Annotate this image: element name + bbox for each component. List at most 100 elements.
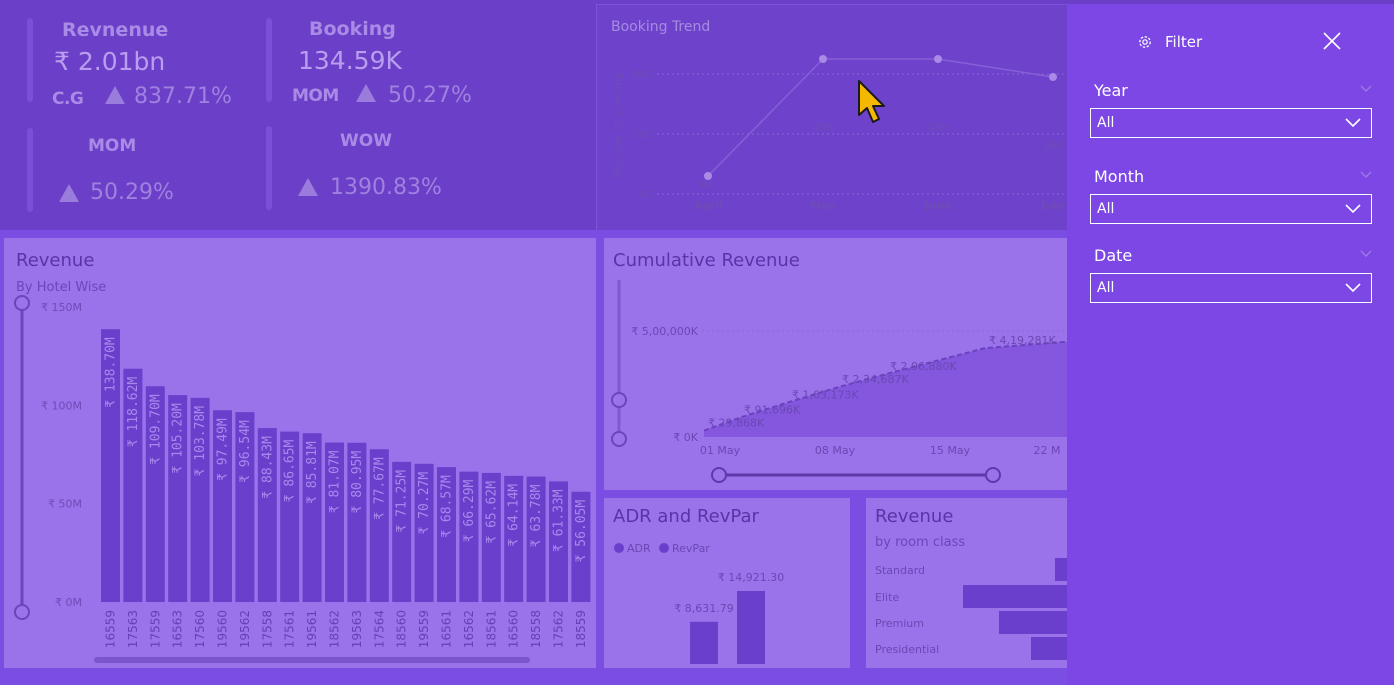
- kpi-sub-label: C.G: [52, 89, 84, 109]
- adr-bar: [737, 591, 765, 664]
- x-tick-label: 19560: [216, 610, 230, 648]
- month-dropdown[interactable]: All: [1090, 194, 1372, 224]
- room-class-panel[interactable]: Revenue by room class Standard Elite Premi…: [866, 498, 1067, 668]
- x-tick-label: 16562: [462, 610, 476, 648]
- x-tick-label: 17558: [260, 610, 274, 648]
- chevron-down-icon[interactable]: [1360, 84, 1372, 94]
- data-label: ₹ 4,19,281K: [989, 334, 1056, 347]
- chevron-down-icon: [1345, 283, 1361, 293]
- x-tick-label: 01 May: [700, 444, 741, 457]
- category-label: Premium: [875, 617, 924, 630]
- x-tick-label: 17559: [148, 610, 162, 648]
- filter-pane-title: Filter: [1165, 33, 1203, 51]
- chevron-down-icon: [1345, 118, 1361, 128]
- bar-value-label: ₹ 66.29M: [462, 479, 477, 542]
- x-tick-label: July: [1041, 199, 1065, 212]
- bar-value-label: ₹ 103.78M: [193, 406, 208, 477]
- data-label: ₹ 2,34,687K: [842, 373, 909, 386]
- y-tick-label: 40K: [632, 68, 654, 81]
- data-label: ₹ 1,63,173K: [792, 388, 859, 401]
- trend-point: [819, 55, 827, 63]
- slider-handle: [985, 467, 1001, 483]
- y-tick-label: ₹ 150M: [41, 301, 82, 314]
- room-class-bar: [1055, 558, 1067, 581]
- report-canvas: Revnenue ₹ 2.01bn C.G 837.71% Booking 13…: [0, 0, 1394, 685]
- mom-kpi-card[interactable]: MOM 50.29%: [27, 128, 267, 223]
- date-dropdown[interactable]: All: [1090, 273, 1372, 303]
- kpi-sub-label: MOM: [292, 86, 339, 106]
- kpi-change: 50.29%: [90, 180, 174, 205]
- filter-pane[interactable]: Filter Year All Month All Date All: [1067, 4, 1394, 685]
- x-tick-label: 19563: [350, 610, 364, 648]
- x-tick-label: 18560: [395, 610, 409, 648]
- close-icon[interactable]: [1323, 32, 1341, 50]
- x-tick-label: 19559: [417, 610, 431, 648]
- slider-handle: [611, 392, 627, 408]
- bar-value-label: ₹ 71.25M: [395, 470, 410, 533]
- bar-value-label: ₹ 109.70M: [148, 394, 163, 465]
- x-tick-label: 17560: [193, 610, 207, 648]
- y-tick-label: 0K: [639, 188, 654, 201]
- booking-kpi-card[interactable]: Booking 134.59K MOM 50.27%: [266, 18, 506, 113]
- wow-kpi-card[interactable]: WOW 1390.83%: [266, 126, 506, 221]
- kpi-value: 134.59K: [298, 46, 402, 75]
- room-class-bar: [999, 611, 1067, 634]
- y-tick-label: ₹ 5,00,000K: [631, 325, 698, 338]
- data-label: ₹ 91,696K: [744, 404, 801, 417]
- revenue-hotel-panel[interactable]: Revenue By Hotel Wise ₹ 150M ₹ 100M ₹ 50M ₹…: [4, 238, 596, 668]
- data-label: 45K: [927, 121, 949, 134]
- y-tick-label: 20K: [632, 128, 654, 141]
- kpi-value: ₹ 2.01bn: [54, 47, 166, 76]
- data-label: 6K: [701, 178, 716, 191]
- bar-value-label: ₹ 77.67M: [372, 457, 387, 520]
- chevron-down-icon[interactable]: [1360, 170, 1372, 180]
- year-dropdown[interactable]: All: [1090, 108, 1372, 138]
- x-tick-label: 19562: [238, 610, 252, 648]
- kpi-change: 50.27%: [388, 83, 472, 108]
- x-tick-label: 17562: [552, 610, 566, 648]
- bar-value-label: ₹ 85.81M: [305, 441, 320, 504]
- room-class-bar: [963, 585, 1067, 608]
- dropdown-value: All: [1097, 201, 1115, 217]
- revenue-hotel-chart: ₹ 150M ₹ 100M ₹ 50M ₹ 0M ₹ 138.70M 16559 ₹ 118…: [14, 295, 591, 663]
- trend-point: [1049, 73, 1057, 81]
- kpi-change: 837.71%: [134, 84, 232, 109]
- card-accent-bar: [27, 128, 33, 212]
- cumulative-revenue-panel[interactable]: Cumulative Revenue ₹ 5,00,000K ₹ 0K ₹ 29,8…: [604, 238, 1067, 490]
- filter-label-year: Year: [1094, 81, 1128, 100]
- x-tick-label: June: [923, 199, 951, 212]
- x-tick-label: 16559: [104, 610, 118, 648]
- x-tick-label: 16563: [171, 610, 185, 648]
- x-tick-label: 18562: [328, 610, 342, 648]
- legend-dot-adr: [614, 543, 624, 553]
- x-tick-label: 19561: [305, 610, 319, 648]
- room-class-chart: Standard Elite Premium Presidential: [875, 558, 1067, 660]
- adr-revpar-panel[interactable]: ADR and RevPar ADR RevPar ₹ 8,631.79 ₹ 14,9…: [604, 498, 850, 668]
- x-tick-label: 15 May: [930, 444, 971, 457]
- x-tick-label: 16560: [507, 610, 521, 648]
- y-tick-label: ₹ 50M: [48, 498, 82, 511]
- legend-label-adr: ADR: [627, 542, 651, 555]
- chevron-down-icon[interactable]: [1360, 249, 1372, 259]
- cumulative-revenue-chart: ₹ 5,00,000K ₹ 0K ₹ 29,868K₹ 91,696K ₹ 1,63,…: [611, 280, 1067, 483]
- revenue-kpi-card[interactable]: Revnenue ₹ 2.01bn C.G 837.71%: [27, 18, 267, 113]
- up-arrow-icon: [298, 178, 318, 196]
- card-accent-bar: [266, 126, 272, 210]
- bar-value-label: ₹ 14,921.30: [718, 571, 784, 584]
- y-tick-label: ₹ 0K: [673, 431, 698, 444]
- bar-value-label: ₹ 56.05M: [574, 500, 589, 563]
- filter-label-date: Date: [1094, 246, 1133, 265]
- bar-value-label: ₹ 88.43M: [260, 436, 275, 499]
- filter-label-month: Month: [1094, 167, 1145, 186]
- bar-value-label: ₹ 70.27M: [417, 472, 432, 535]
- bar-value-label: ₹ 65.62M: [484, 481, 499, 544]
- x-tick-label: 18559: [574, 610, 588, 648]
- card-accent-bar: [27, 18, 33, 102]
- adr-revpar-chart: ADR RevPar ₹ 8,631.79 ₹ 14,921.30: [614, 542, 784, 664]
- bar-value-label: ₹ 64.14M: [507, 484, 522, 547]
- legend-dot-revpar: [659, 543, 669, 553]
- x-tick-label: 16561: [440, 610, 454, 648]
- kpi-title: Revnenue: [62, 19, 169, 41]
- horizontal-scrollbar: [94, 657, 530, 663]
- kpi-title: WOW: [340, 131, 392, 151]
